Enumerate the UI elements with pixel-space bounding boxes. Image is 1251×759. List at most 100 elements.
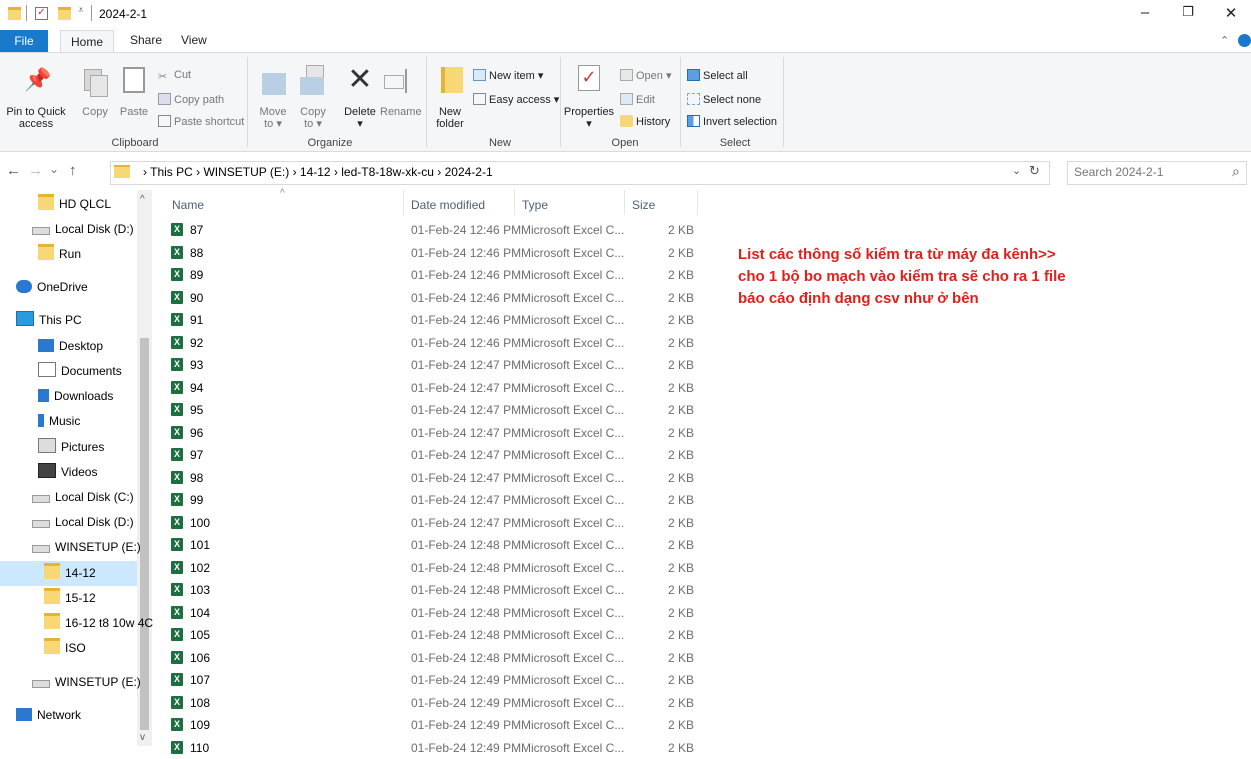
rename-button[interactable]: Rename [380,106,422,118]
tab-view[interactable]: View [181,33,207,47]
file-row[interactable]: X 88 01-Feb-24 12:46 PM Microsoft Excel C..… [152,242,712,264]
column-divider[interactable] [403,190,404,215]
file-row[interactable]: X 109 01-Feb-24 12:49 PM Microsoft Excel C.… [152,714,712,736]
new-folder-icon[interactable] [58,7,71,20]
delete-button[interactable]: Delete ▾ [340,106,380,130]
column-header-date[interactable]: Date modified [411,198,485,212]
nav-item[interactable]: Run [0,242,137,267]
file-row[interactable]: X 89 01-Feb-24 12:46 PM Microsoft Excel C..… [152,264,712,286]
file-row[interactable]: X 97 01-Feb-24 12:47 PM Microsoft Excel C..… [152,444,712,466]
file-row[interactable]: X 104 01-Feb-24 12:48 PM Microsoft Excel C.… [152,602,712,624]
file-list-scrollbar[interactable] [1244,190,1251,746]
nav-item[interactable]: 16-12 t8 10w 4C [0,611,153,636]
nav-item[interactable]: Videos [0,460,137,485]
file-row[interactable]: X 106 01-Feb-24 12:48 PM Microsoft Excel C.… [152,647,712,669]
copy-icon[interactable] [82,67,110,97]
new-folder-button[interactable]: New folder [430,106,470,130]
properties-check-icon[interactable]: ✓ [578,65,600,91]
column-header-type[interactable]: Type [522,198,548,212]
column-divider[interactable] [624,190,625,215]
pin-icon[interactable]: 📌 [24,67,52,97]
copy-to-button[interactable]: Copy to ▾ [296,106,330,130]
search-input[interactable]: Search 2024-2-1 [1074,165,1163,179]
recent-locations-button[interactable]: ⌄ [49,162,59,176]
nav-item[interactable]: HD QLCL [0,192,137,217]
nav-item[interactable]: 15-12 [0,586,137,611]
nav-item[interactable]: Desktop [0,334,137,359]
forward-button[interactable]: → [28,162,43,179]
file-row[interactable]: X 102 01-Feb-24 12:48 PM Microsoft Excel C.… [152,557,712,579]
file-row[interactable]: X 98 01-Feb-24 12:47 PM Microsoft Excel C..… [152,467,712,489]
copy-button[interactable]: Copy [80,106,110,118]
column-divider[interactable] [697,190,698,215]
file-row[interactable]: X 99 01-Feb-24 12:47 PM Microsoft Excel C..… [152,489,712,511]
nav-item[interactable]: OneDrive [0,275,137,300]
tab-home[interactable]: Home [60,30,115,53]
tab-file[interactable]: File [0,30,48,52]
file-row[interactable]: X 95 01-Feb-24 12:47 PM Microsoft Excel C..… [152,399,712,421]
move-to-button[interactable]: Move to ▾ [256,106,290,130]
column-header-size[interactable]: Size [632,198,655,212]
breadcrumb[interactable]: › This PC › WINSETUP (E:) › 14-12 › led-… [143,165,493,179]
new-item-button[interactable]: New item ▾ [473,69,543,82]
properties-button[interactable]: Properties ▾ [562,106,616,130]
minimize-button[interactable]: – [1130,4,1160,21]
scroll-up-arrow-icon[interactable]: ^ [140,194,145,205]
file-row[interactable]: X 92 01-Feb-24 12:46 PM Microsoft Excel C..… [152,332,712,354]
nav-item[interactable]: Local Disk (C:) [0,485,137,510]
close-button[interactable]: ✕ [1216,4,1246,22]
nav-scrollbar-thumb[interactable] [140,338,149,730]
copy-path-button[interactable]: Copy path [158,93,224,106]
nav-item[interactable]: WINSETUP (E:) [0,670,141,695]
paste-shortcut-button[interactable]: Paste shortcut [158,115,244,128]
nav-item[interactable]: Pictures [0,435,137,460]
nav-item[interactable]: Local Disk (D:) [0,510,137,535]
easy-access-button[interactable]: Easy access ▾ [473,93,559,106]
nav-item[interactable]: This PC [0,308,137,333]
back-button[interactable]: ← [6,162,21,179]
cut-button[interactable]: ✂ Cut [158,69,191,83]
rename-icon[interactable] [384,67,412,97]
file-row[interactable]: X 100 01-Feb-24 12:47 PM Microsoft Excel C.… [152,512,712,534]
file-row[interactable]: X 93 01-Feb-24 12:47 PM Microsoft Excel C..… [152,354,712,376]
column-header-name[interactable]: Name [172,198,204,212]
help-icon[interactable] [1238,34,1251,47]
file-row[interactable]: X 103 01-Feb-24 12:48 PM Microsoft Excel C.… [152,579,712,601]
file-row[interactable]: X 90 01-Feb-24 12:46 PM Microsoft Excel C..… [152,287,712,309]
nav-item[interactable]: Local Disk (D:) [0,217,137,242]
properties-check-icon[interactable]: ✓ [35,7,48,20]
up-button[interactable]: ↑ [69,162,77,179]
delete-x-icon[interactable]: ✕ [346,65,374,95]
file-row[interactable]: X 105 01-Feb-24 12:48 PM Microsoft Excel C.… [152,624,712,646]
nav-item[interactable]: Documents [0,359,137,384]
history-button[interactable]: History [620,115,670,128]
nav-item[interactable]: WINSETUP (E:) [0,535,141,560]
nav-item[interactable]: Downloads [0,384,137,409]
nav-item[interactable]: Music [0,409,137,434]
ribbon-collapse-icon[interactable]: ⌃ [1220,34,1229,47]
maximize-button[interactable]: ❐ [1173,4,1203,20]
paste-button[interactable]: Paste [118,106,150,118]
column-divider[interactable] [514,190,515,215]
file-row[interactable]: X 94 01-Feb-24 12:47 PM Microsoft Excel C..… [152,377,712,399]
quick-access-dropdown-icon[interactable]: ⩡ [78,5,84,16]
edit-button[interactable]: Edit [620,93,655,106]
nav-item[interactable]: Network [0,703,137,728]
nav-item[interactable]: 14-12 [0,561,137,586]
file-row[interactable]: X 91 01-Feb-24 12:46 PM Microsoft Excel C..… [152,309,712,331]
tab-share[interactable]: Share [130,33,162,47]
file-row[interactable]: X 107 01-Feb-24 12:49 PM Microsoft Excel C.… [152,669,712,691]
new-folder-icon[interactable] [437,63,465,93]
select-none-button[interactable]: Select none [687,93,761,106]
file-row[interactable]: X 96 01-Feb-24 12:47 PM Microsoft Excel C..… [152,422,712,444]
file-row[interactable]: X 101 01-Feb-24 12:48 PM Microsoft Excel C.… [152,534,712,556]
address-dropdown-icon[interactable]: ⌄ [1012,164,1021,177]
copy-to-icon[interactable] [300,65,328,95]
refresh-icon[interactable]: ↻ [1029,163,1040,179]
invert-selection-button[interactable]: Invert selection [687,115,777,128]
file-row[interactable]: X 108 01-Feb-24 12:49 PM Microsoft Excel C.… [152,692,712,714]
nav-item[interactable]: ISO [0,636,137,661]
select-all-button[interactable]: Select all [687,69,748,82]
file-row[interactable]: X 110 01-Feb-24 12:49 PM Microsoft Excel C.… [152,737,712,759]
paste-icon[interactable] [120,63,148,93]
